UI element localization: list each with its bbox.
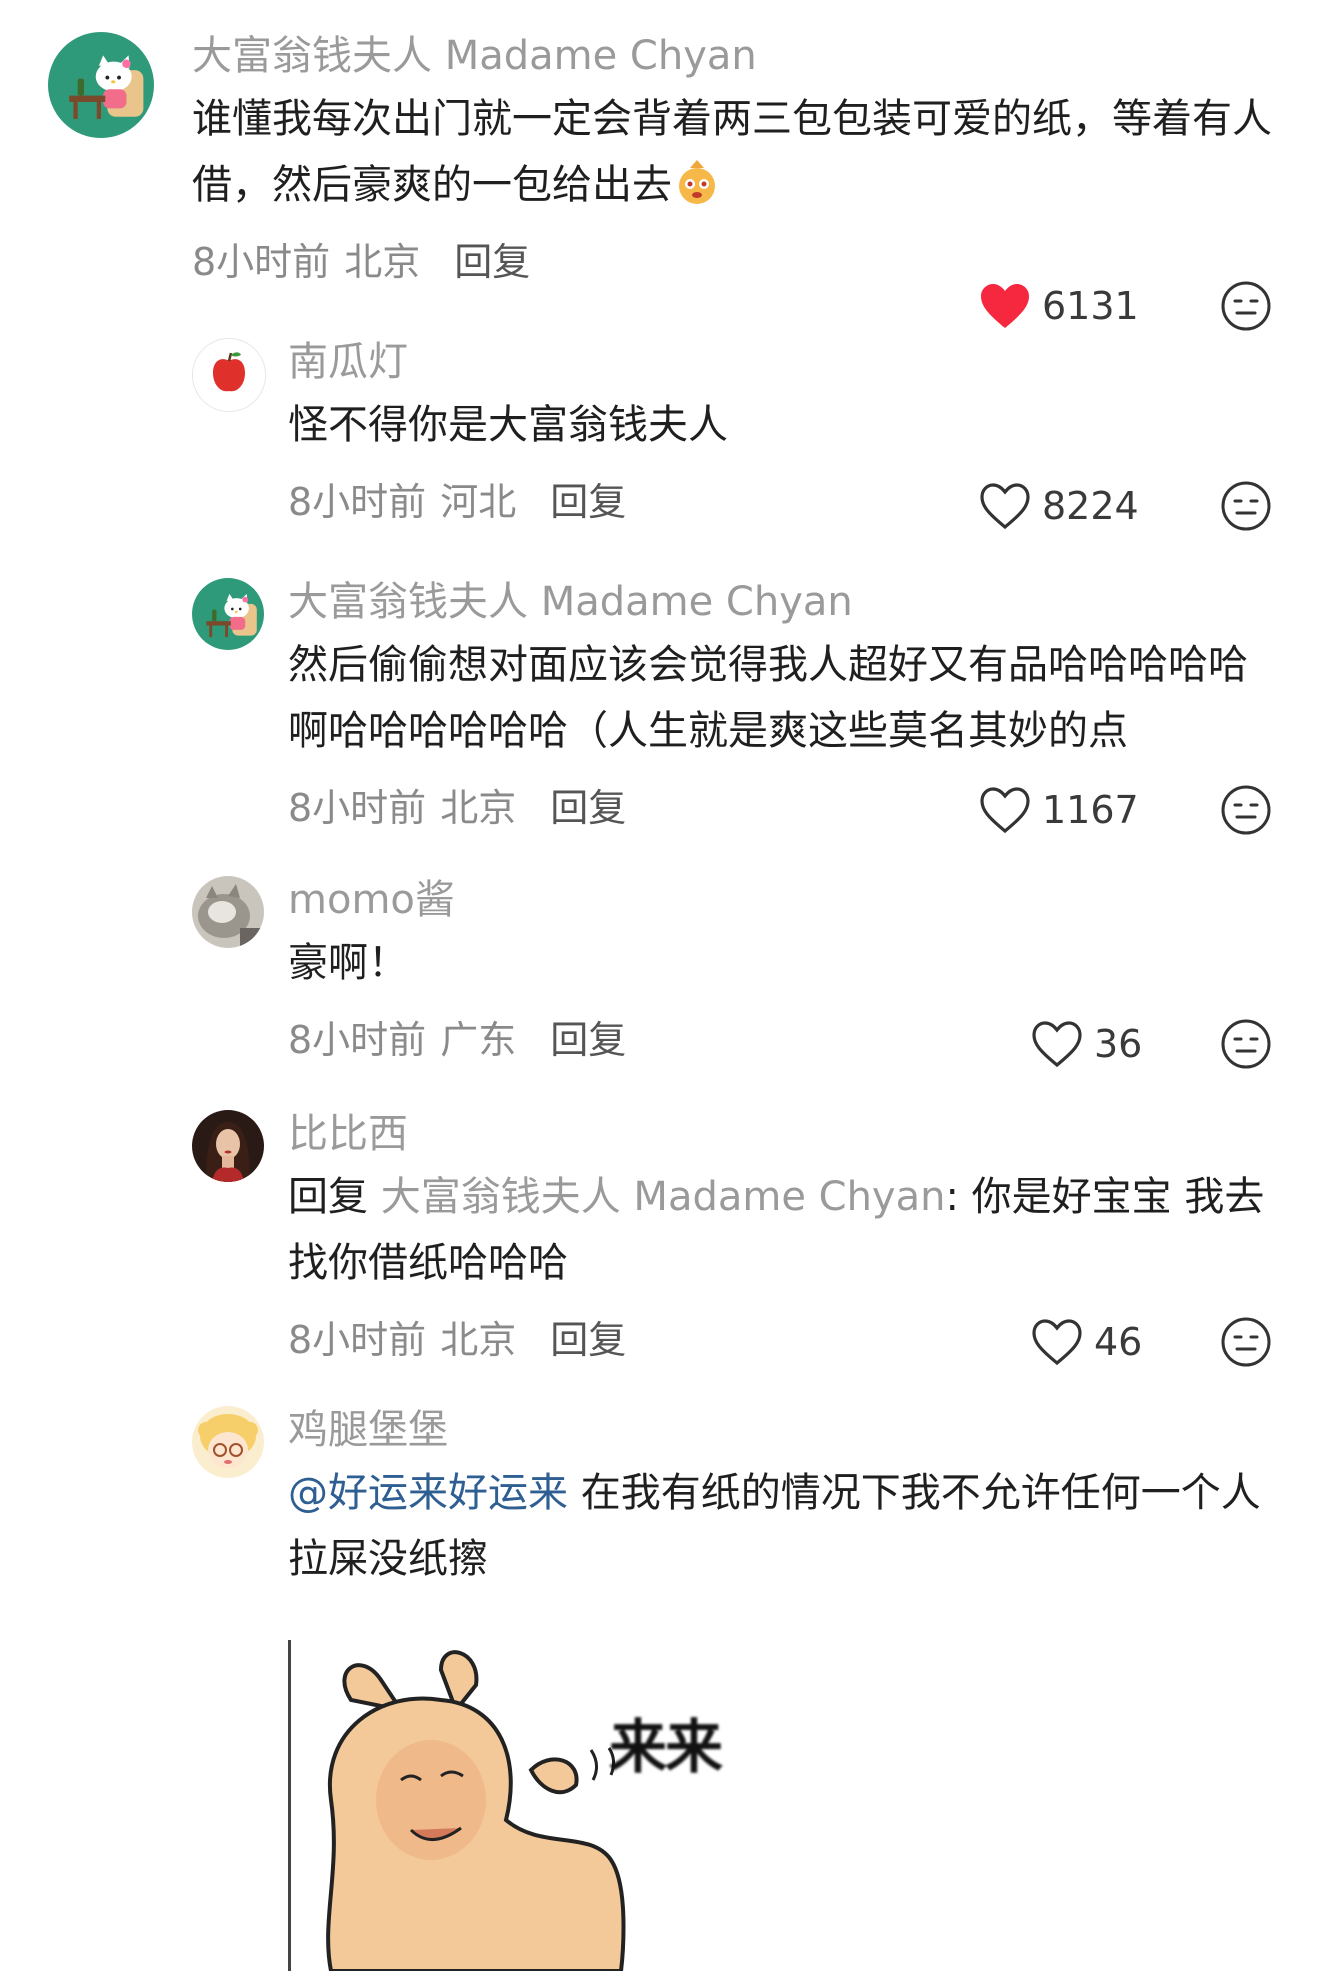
like-count: 36 [1094, 1022, 1143, 1066]
woman-avatar-icon [192, 1110, 264, 1182]
hello-kitty-avatar-icon [192, 578, 264, 650]
username[interactable]: 南瓜灯 [288, 338, 1278, 386]
heart-filled-icon [981, 284, 1029, 328]
location: 北京 [440, 786, 517, 830]
username[interactable]: 比比西 [288, 1110, 1278, 1158]
sticker-image[interactable]: 来来 [288, 1640, 751, 1971]
reply-button[interactable]: 回复 [550, 778, 626, 838]
heart-outline-icon [980, 483, 1030, 530]
cat-avatar-icon [192, 876, 264, 948]
comment-text: @好运来好运来 在我有纸的情况下我不允许任何一个人拉屎没纸擦 [288, 1460, 1278, 1592]
like-count: 8224 [1042, 484, 1139, 528]
username[interactable]: 大富翁钱夫人 Madame Chyan [192, 32, 1272, 80]
comment-text: 回复 大富翁钱夫人 Madame Chyan: 你是好宝宝 我去找你借纸哈哈哈 [288, 1164, 1278, 1296]
neutral-face-icon [1221, 481, 1271, 531]
heart-outline-icon [1032, 1319, 1082, 1366]
emoji-reaction-button[interactable] [1220, 1018, 1272, 1070]
mention-link[interactable]: @好运来好运来 [288, 1470, 568, 1516]
comment-text: 怪不得你是大富翁钱夫人 [288, 402, 728, 448]
money-bag-emoji-icon [672, 156, 722, 206]
reply-button[interactable]: 回复 [550, 472, 626, 532]
sticker-caption: 来来 [609, 1713, 723, 1781]
username[interactable]: 大富翁钱夫人 Madame Chyan [288, 578, 1278, 626]
heart-outline-icon [1032, 1021, 1082, 1068]
cartoon-bear-sticker-icon [291, 1640, 751, 1971]
emoji-reaction-button[interactable] [1220, 1316, 1272, 1368]
location: 北京 [440, 1318, 517, 1362]
avatar[interactable] [192, 876, 264, 948]
username[interactable]: momo酱 [288, 876, 1278, 924]
like-button[interactable]: 1167 [978, 784, 1139, 836]
replied-username[interactable]: 大富翁钱夫人 Madame Chyan [381, 1174, 946, 1220]
like-button[interactable]: 36 [1030, 1018, 1142, 1070]
comment-text-content: 谁懂我每次出门就一定会背着两三包包装可爱的纸，等着有人借，然后豪爽的一包给出去 [192, 96, 1272, 208]
heart-outline-icon [980, 787, 1030, 834]
neutral-face-icon [1221, 281, 1271, 331]
avatar[interactable] [192, 1406, 264, 1478]
emoji-reaction-button[interactable] [1220, 280, 1272, 332]
neutral-face-icon [1221, 1317, 1271, 1367]
like-count: 1167 [1042, 788, 1139, 832]
like-count: 46 [1094, 1320, 1143, 1364]
hello-kitty-avatar-icon [48, 32, 154, 138]
like-button[interactable]: 46 [1030, 1316, 1142, 1368]
cartoon-girl-avatar-icon [192, 1406, 264, 1478]
location: 河北 [440, 480, 517, 524]
comment-text: 豪啊！ [288, 940, 408, 986]
neutral-face-icon [1221, 785, 1271, 835]
timestamp: 8小时前 [288, 786, 427, 830]
avatar[interactable] [192, 338, 266, 412]
like-count: 6131 [1042, 284, 1139, 328]
reply-button[interactable]: 回复 [454, 232, 530, 292]
timestamp: 8小时前 [288, 1318, 427, 1362]
avatar[interactable] [48, 32, 154, 138]
timestamp: 8小时前 [288, 1018, 427, 1062]
avatar[interactable] [192, 1110, 264, 1182]
reply-prefix: 回复 [288, 1174, 381, 1220]
username[interactable]: 鸡腿堡堡 [288, 1406, 1278, 1454]
timestamp: 8小时前 [192, 240, 331, 284]
timestamp: 8小时前 [288, 480, 427, 524]
location: 广东 [440, 1018, 517, 1062]
like-button[interactable]: 6131 [978, 280, 1139, 332]
apple-avatar-icon [193, 339, 265, 411]
like-button[interactable]: 8224 [978, 480, 1139, 532]
comment-text: 然后偷偷想对面应该会觉得我人超好又有品哈哈哈哈哈啊哈哈哈哈哈哈（人生就是爽这些莫… [288, 642, 1248, 754]
reply-button[interactable]: 回复 [550, 1310, 626, 1370]
comment-text: 谁懂我每次出门就一定会背着两三包包装可爱的纸，等着有人借，然后豪爽的一包给出去 [192, 86, 1272, 218]
location: 北京 [344, 240, 421, 284]
neutral-face-icon [1221, 1019, 1271, 1069]
emoji-reaction-button[interactable] [1220, 480, 1272, 532]
avatar[interactable] [192, 578, 264, 650]
reply-button[interactable]: 回复 [550, 1010, 626, 1070]
emoji-reaction-button[interactable] [1220, 784, 1272, 836]
